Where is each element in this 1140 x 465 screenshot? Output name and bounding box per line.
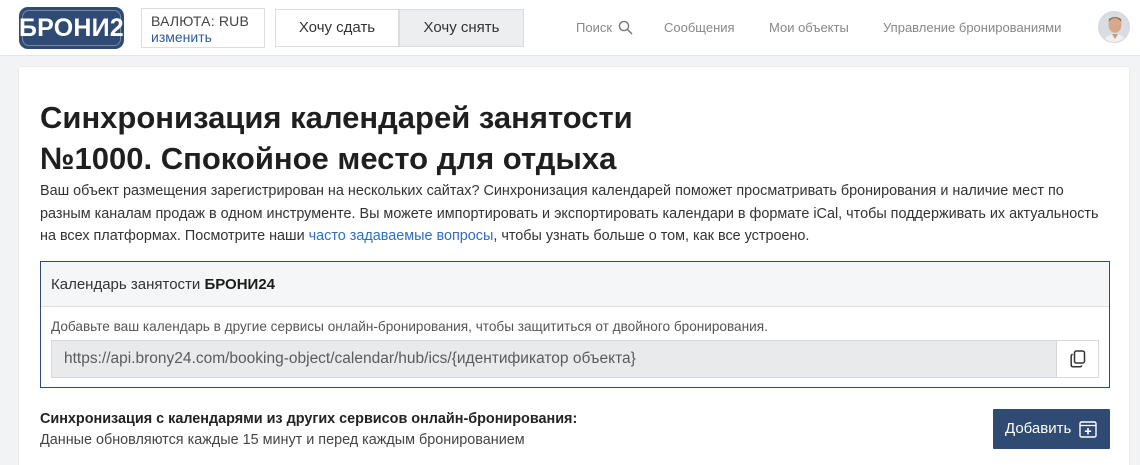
add-calendar-button-label: Добавить <box>1005 420 1072 437</box>
sync-section-subtitle: Данные обновляются каждые 15 минут и пер… <box>40 432 525 448</box>
nav-search[interactable]: Поиск <box>576 20 633 35</box>
copy-icon <box>1070 350 1086 368</box>
panel-heading-brand: БРОНИ24 <box>204 276 276 293</box>
panel-description: Добавьте ваш календарь в другие сервисы … <box>51 319 768 334</box>
currency-selector: ВАЛЮТА: RUB изменить <box>141 8 265 48</box>
search-icon <box>618 20 633 35</box>
sync-section-title: Синхронизация с календарями из других се… <box>40 411 578 427</box>
page-title: Синхронизация календарей занятости №1000… <box>40 97 800 179</box>
panel-heading-prefix: Календарь занятости <box>51 276 205 293</box>
nav-messages[interactable]: Сообщения <box>664 20 735 35</box>
calendar-url-field[interactable]: https://api.brony24.com/booking-object/c… <box>51 340 1099 378</box>
nav-booking-management[interactable]: Управление бронированиями <box>883 20 1061 35</box>
add-icon <box>1079 421 1097 438</box>
intro-text-end: , чтобы узнать больше о том, как все уст… <box>493 228 810 244</box>
top-header: БРОНИ24 ВАЛЮТА: RUB изменить Хочу сдать … <box>0 0 1140 56</box>
currency-label: ВАЛЮТА: RUB <box>151 13 250 29</box>
main-card: Синхронизация календарей занятости №1000… <box>19 67 1129 465</box>
tab-rent-out[interactable]: Хочу сдать <box>275 9 399 47</box>
page-title-line1: Синхронизация календарей занятости <box>40 100 633 135</box>
page-title-line2: №1000. Спокойное место для отдыха <box>40 141 617 176</box>
brand-logo[interactable]: БРОНИ24 <box>19 7 138 49</box>
intro-text: Ваш объект размещения зарегистрирован на… <box>40 180 1110 248</box>
calendar-url-text[interactable]: https://api.brony24.com/booking-object/c… <box>64 341 636 377</box>
nav-search-label: Поиск <box>576 20 613 35</box>
logo-text: БРОНИ24 <box>19 14 138 42</box>
export-calendar-panel: Календарь занятости БРОНИ24 Добавьте ваш… <box>40 261 1110 388</box>
panel-heading: Календарь занятости БРОНИ24 <box>41 262 1109 307</box>
tab-rent[interactable]: Хочу снять <box>399 9 524 47</box>
nav-my-objects[interactable]: Мои объекты <box>769 20 849 35</box>
avatar[interactable] <box>1098 11 1130 43</box>
currency-change-link[interactable]: изменить <box>151 29 255 45</box>
faq-link[interactable]: часто задаваемые вопросы <box>309 228 494 244</box>
add-calendar-button[interactable]: Добавить <box>993 409 1110 449</box>
copy-url-button[interactable] <box>1056 341 1098 377</box>
